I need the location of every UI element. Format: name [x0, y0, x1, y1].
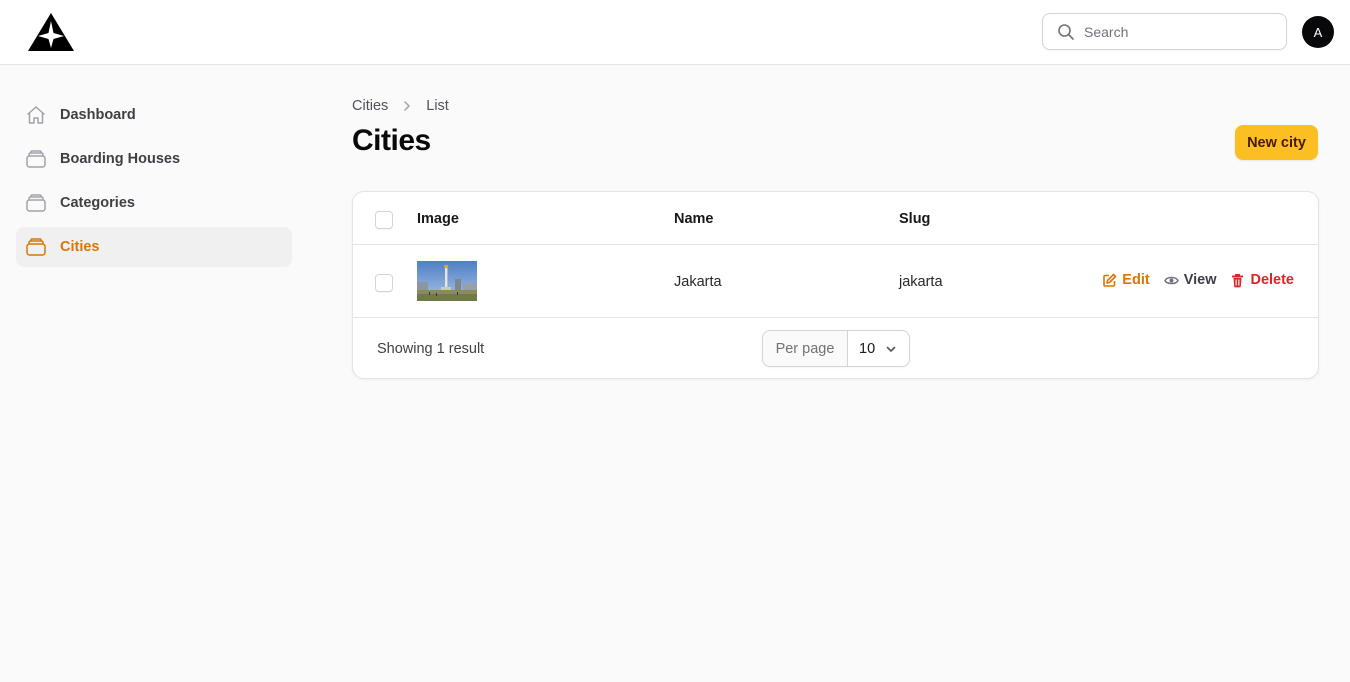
select-all-checkbox[interactable]	[375, 211, 393, 229]
table-header: Image Name Slug	[353, 192, 1318, 245]
view-label: View	[1183, 272, 1217, 288]
sidebar-item-boarding-houses[interactable]: Boarding Houses	[16, 139, 292, 179]
breadcrumb-link-cities[interactable]: Cities	[352, 98, 388, 114]
per-page-value: 10	[859, 340, 876, 357]
search-icon	[1057, 23, 1075, 41]
row-checkbox[interactable]	[375, 274, 393, 292]
city-slug-cell: jakarta	[899, 274, 943, 290]
stack-icon	[25, 148, 47, 170]
per-page-control: Per page 10	[762, 330, 910, 367]
per-page-select[interactable]: 10	[848, 331, 909, 366]
column-header-name[interactable]: Name	[674, 211, 714, 227]
pencil-square-icon	[1102, 273, 1117, 288]
city-image-thumbnail	[417, 261, 477, 301]
table-row[interactable]: Jakarta jakarta Edit View Delete	[353, 245, 1318, 318]
delete-label: Delete	[1250, 272, 1294, 288]
stack-icon	[25, 192, 47, 214]
delete-action[interactable]: Delete	[1230, 272, 1294, 288]
sidebar-item-cities[interactable]: Cities	[16, 227, 292, 267]
breadcrumb-current: List	[426, 98, 449, 114]
new-city-button[interactable]: New city	[1235, 125, 1318, 160]
breadcrumb: Cities List	[352, 98, 449, 114]
sidebar: Dashboard Boarding Houses Categories Cit…	[16, 95, 292, 271]
app-logo-icon[interactable]	[27, 12, 75, 52]
chevron-right-icon	[402, 101, 412, 111]
top-bar: A	[0, 0, 1350, 65]
user-avatar[interactable]: A	[1302, 16, 1334, 48]
column-header-image: Image	[417, 211, 459, 227]
home-icon	[25, 104, 47, 126]
edit-action[interactable]: Edit	[1102, 272, 1150, 288]
sidebar-item-dashboard[interactable]: Dashboard	[16, 95, 292, 135]
search-input[interactable]	[1084, 23, 1274, 40]
stack-icon	[25, 236, 47, 258]
cities-table: Image Name Slug Jakarta jakarta Edit Vie…	[352, 191, 1319, 379]
eye-icon	[1163, 273, 1179, 288]
chevron-down-icon	[885, 343, 897, 355]
city-name-cell: Jakarta	[674, 274, 722, 290]
page-title: Cities	[352, 124, 431, 157]
sidebar-item-label: Dashboard	[60, 107, 136, 123]
sidebar-item-categories[interactable]: Categories	[16, 183, 292, 223]
sidebar-item-label: Boarding Houses	[60, 151, 181, 167]
sidebar-item-label: Categories	[60, 195, 135, 211]
table-footer: Showing 1 result Per page 10	[353, 318, 1318, 380]
avatar-initial: A	[1313, 24, 1323, 40]
trash-icon	[1230, 273, 1245, 288]
column-header-slug[interactable]: Slug	[899, 211, 930, 227]
row-actions: Edit View Delete	[1088, 272, 1294, 288]
per-page-label: Per page	[763, 331, 848, 366]
edit-label: Edit	[1122, 272, 1150, 288]
sidebar-item-label: Cities	[60, 239, 100, 255]
view-action[interactable]: View	[1163, 272, 1217, 288]
result-count: Showing 1 result	[377, 341, 485, 357]
search-box[interactable]	[1042, 13, 1287, 50]
